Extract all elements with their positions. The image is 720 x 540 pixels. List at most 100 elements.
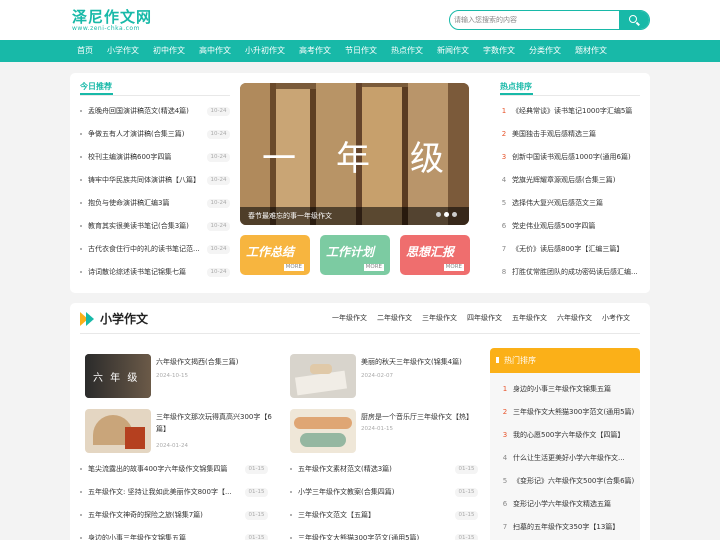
today-item[interactable]: 诗词散论综述读书笔记锦集七篇 10-24: [80, 266, 230, 278]
nav-theme[interactable]: 题材作文: [575, 40, 607, 62]
thumb-text: 六 年 级: [93, 373, 140, 384]
list-item[interactable]: 五年级作文: 坚持让我如此美丽作文800字【... 01-15: [80, 486, 270, 498]
nav-senior[interactable]: 高中作文: [199, 40, 231, 62]
hot-item[interactable]: 7 《无价》读后感800字【汇编三篇】: [500, 243, 640, 255]
post-date: 2024-01-24: [156, 443, 188, 449]
rank-number: 5: [501, 199, 507, 207]
search-input[interactable]: [450, 11, 620, 29]
carousel-dot[interactable]: [444, 212, 449, 217]
tile-work-summary[interactable]: 工作总结 MORE: [240, 235, 310, 275]
featured-carousel[interactable]: 一 年 级 春节最难忘的事一年级作文: [240, 83, 469, 225]
rank-number: 7: [502, 523, 508, 531]
hot-item[interactable]: 1 《经典常谈》读书笔记1000字汇编5篇: [500, 105, 640, 117]
post-title[interactable]: 六年级作文揭西(合集三篇): [156, 356, 280, 368]
list-item[interactable]: 小学三年级作文教案(合集四篇) 01-15: [290, 486, 480, 498]
rank-number: 7: [501, 245, 507, 253]
list-item[interactable]: 五年级作文神奇的探险之旅(锦集7篇) 01-15: [80, 509, 270, 521]
search-button[interactable]: [619, 11, 649, 29]
list-item[interactable]: 五年级作文素材范文(精选3篇) 01-15: [290, 463, 480, 475]
tile-more[interactable]: MORE: [363, 264, 384, 271]
site-subtitle: www.zeni-chka.com: [72, 25, 140, 32]
hot-item[interactable]: 8 打胜仗常胜团队的成功密码读后感汇编...: [500, 266, 640, 278]
today-item[interactable]: 校刊主编演讲稿600字四篇 10-24: [80, 151, 230, 163]
post-title[interactable]: 厨房是一个音乐厅三年级作文【热】: [361, 411, 481, 423]
today-item[interactable]: 铸牢中华民族共同体演讲稿【八篇】 10-24: [80, 174, 230, 186]
side-hot-item[interactable]: 2 三年级作文大熊猫300字范文(通用5篇): [501, 406, 637, 418]
hot-title: 热点排序: [500, 82, 532, 91]
side-hot-item[interactable]: 3 我的心愿500字六年级作文【四篇】: [501, 429, 637, 441]
list-item[interactable]: 笔尖流露出的故事400字六年级作文锦集四篇 01-15: [80, 463, 270, 475]
tile-work-plan[interactable]: 工作计划 MORE: [320, 235, 390, 275]
today-item[interactable]: 抱负与使命演讲稿汇编3篇 10-24: [80, 197, 230, 209]
side-hot-title: 热门排序: [504, 356, 536, 365]
today-item[interactable]: 古代衣食住行中的礼的读书笔记范... 10-24: [80, 243, 230, 255]
rank-number: 4: [502, 454, 508, 462]
tile-more[interactable]: MORE: [283, 264, 304, 271]
nav-junior[interactable]: 初中作文: [153, 40, 185, 62]
nav-category[interactable]: 分类作文: [529, 40, 561, 62]
site-title[interactable]: 泽尼作文网: [72, 9, 152, 25]
site-logo[interactable]: 泽尼作文网 www.zeni-chka.com: [72, 9, 152, 32]
tile-label: 工作总结: [246, 245, 295, 259]
post-thumbnail[interactable]: [85, 409, 151, 453]
post-title[interactable]: 美丽的秋天三年级作文(锦集4篇): [361, 356, 481, 368]
tab-grade-6[interactable]: 六年级作文: [557, 313, 592, 323]
nav-gaokao[interactable]: 高考作文: [299, 40, 331, 62]
rank-number: 6: [501, 222, 507, 230]
tab-grade-2[interactable]: 二年级作文: [377, 313, 412, 323]
rank-number: 1: [502, 385, 508, 393]
list-item[interactable]: 身边的小事三年级作文锦集五篇 01-15: [80, 532, 270, 540]
nav-news[interactable]: 新闻作文: [437, 40, 469, 62]
book-spine: [448, 83, 469, 225]
rank-number: 2: [501, 130, 507, 138]
banner-char: 年: [336, 139, 370, 179]
hot-item[interactable]: 2 美国独击手观后感精选三篇: [500, 128, 640, 140]
rank-number: 1: [501, 107, 507, 115]
nav-primary[interactable]: 小学作文: [107, 40, 139, 62]
list-item[interactable]: 三年级作文范文【五篇】 01-15: [290, 509, 480, 521]
side-hot-item[interactable]: 6 变形记小学六年级作文精选五篇: [501, 498, 637, 510]
nav-hotspot[interactable]: 热点作文: [391, 40, 423, 62]
carousel-dot[interactable]: [452, 212, 457, 217]
banner-char: 级: [410, 139, 444, 179]
hot-item[interactable]: 5 选择伟大复兴观后感范文三篇: [500, 197, 640, 209]
list-item[interactable]: 三年级作文大熊猫300字范文(通用5篇) 01-15: [290, 532, 480, 540]
carousel-dot[interactable]: [436, 212, 441, 217]
post-thumbnail[interactable]: [290, 354, 356, 398]
tab-exam[interactable]: 小考作文: [602, 313, 630, 323]
today-item[interactable]: 教育其实很美读书笔记(合集3篇) 10-24: [80, 220, 230, 232]
nav-promotion[interactable]: 小升初作文: [245, 40, 285, 62]
side-hot-item[interactable]: 1 身边的小事三年级作文锦集五篇: [501, 383, 637, 395]
today-item[interactable]: 孟晚舟回国演讲稿范文(精选4篇) 10-24: [80, 105, 230, 117]
today-item[interactable]: 争做五有人才演讲稿(合集三篇) 10-24: [80, 128, 230, 140]
today-title: 今日推荐: [80, 82, 112, 91]
rank-number: 6: [502, 500, 508, 508]
tile-label: 工作计划: [326, 245, 375, 259]
banner-char: 一: [262, 139, 296, 179]
tile-thought-report[interactable]: 思想汇报 MORE: [400, 235, 470, 275]
hot-divider: [500, 95, 640, 96]
side-hot-marker-icon: [496, 357, 499, 363]
side-hot-item[interactable]: 7 扫墓的五年级作文350字【13篇】: [501, 521, 637, 533]
hot-item[interactable]: 4 党旗光辉耀章源观后感(合集三篇): [500, 174, 640, 186]
tab-grade-5[interactable]: 五年级作文: [512, 313, 547, 323]
post-thumbnail[interactable]: [290, 409, 356, 453]
nav-home[interactable]: 首页: [77, 40, 93, 62]
banner-caption-bar: 春节最难忘的事一年级作文: [240, 207, 469, 225]
nav-festival[interactable]: 节日作文: [345, 40, 377, 62]
post-title[interactable]: 三年级作文那次玩得真高兴300字【6篇】: [156, 411, 280, 435]
hot-item[interactable]: 3 创新中国读书观后感1000字(通用6篇): [500, 151, 640, 163]
tab-grade-4[interactable]: 四年级作文: [467, 313, 502, 323]
post-date: 2024-10-15: [156, 373, 188, 379]
hot-item[interactable]: 6 党史伟业观后感500字四篇: [500, 220, 640, 232]
tab-grade-1[interactable]: 一年级作文: [332, 313, 367, 323]
nav-wordcount[interactable]: 字数作文: [483, 40, 515, 62]
side-hot-item[interactable]: 5 《变形记》六年级作文500字(合集6篇): [501, 475, 637, 487]
post-thumbnail[interactable]: 六 年 级: [85, 354, 151, 398]
tab-grade-3[interactable]: 三年级作文: [422, 313, 457, 323]
banner-caption[interactable]: 春节最难忘的事一年级作文: [248, 211, 332, 221]
carousel-dots: [433, 210, 457, 219]
rank-number: 2: [502, 408, 508, 416]
tile-more[interactable]: MORE: [443, 264, 464, 271]
side-hot-item[interactable]: 4 什么让生活更美好小学六年级作文...: [501, 452, 637, 464]
